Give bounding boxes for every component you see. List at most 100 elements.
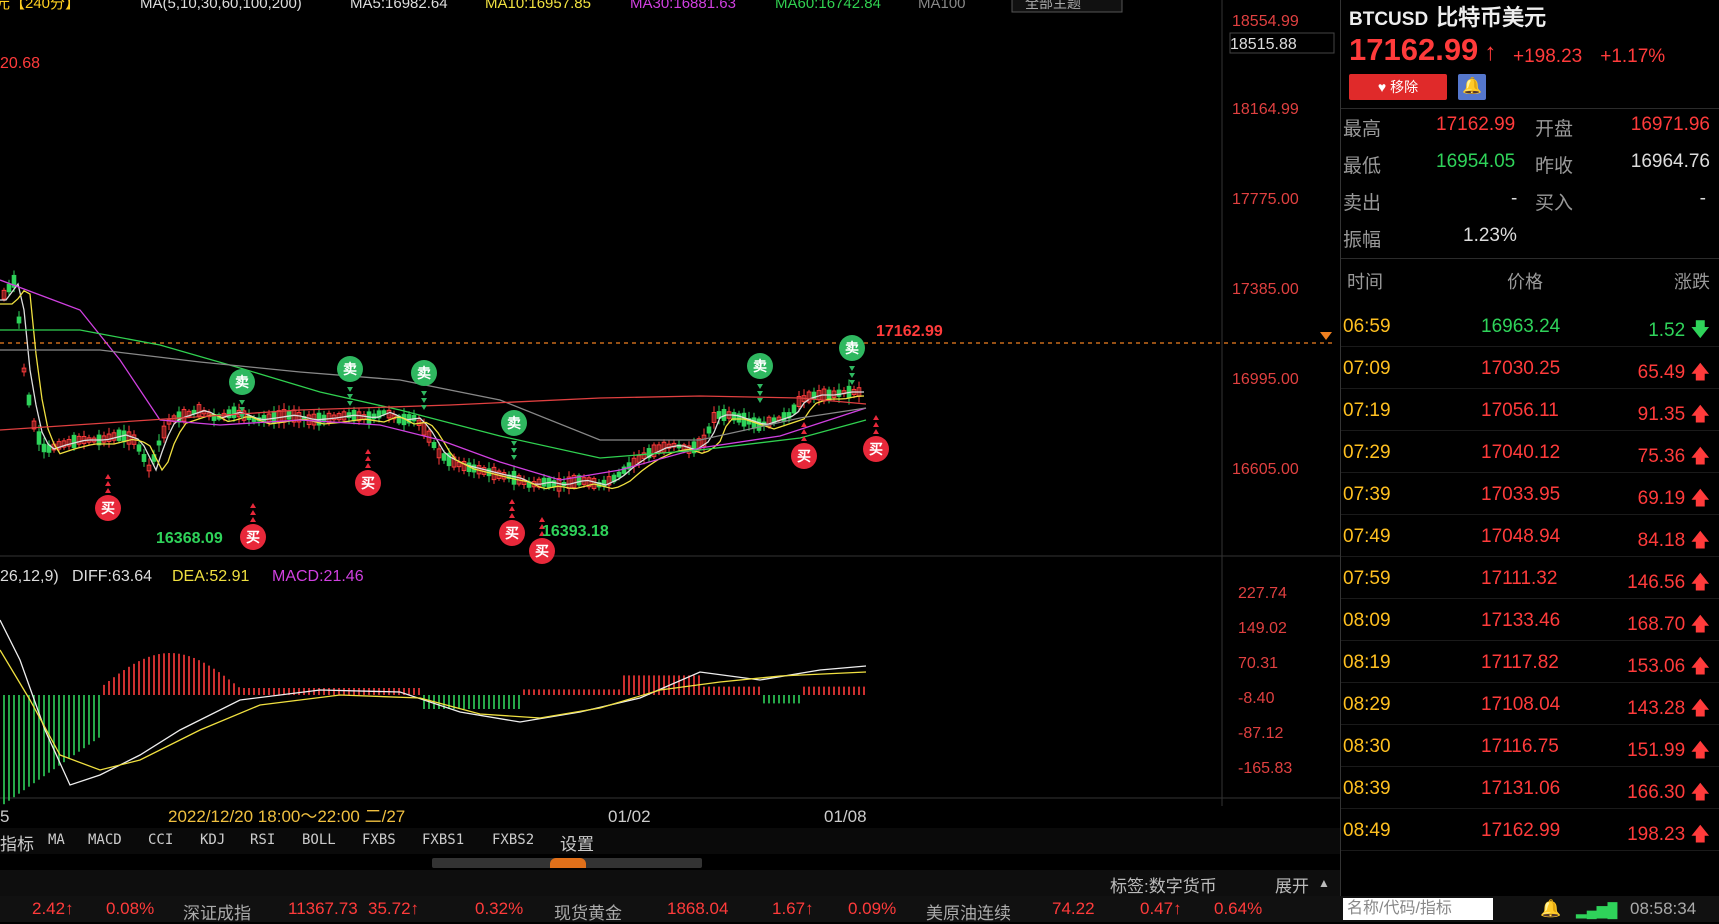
candle-body — [136, 444, 142, 452]
indicator-tabbar: 指标 MA MACD CCI KDJ RSI BOLL FXBS FXBS1 F… — [0, 828, 1340, 854]
tick-time: 08:09 — [1343, 610, 1391, 631]
tag-bar: 标签:数字货币 展开 ▲ — [0, 870, 1340, 896]
signal-arrow — [509, 506, 515, 511]
ticker-item: 1.67↑ — [772, 899, 814, 918]
kline-chart[interactable]: 美元【240分】 MA(5,10,30,60,100,200) MA5:1698… — [0, 0, 1340, 896]
tick-row: 07:09 17030.25 65.49 🡅 — [1341, 346, 1719, 389]
signal-arrow — [105, 481, 111, 486]
signal-arrow — [873, 415, 879, 420]
tab-settings[interactable]: 设置 — [560, 830, 594, 855]
tick-price: 17133.46 — [1481, 610, 1561, 631]
ticker-item: 35.72↑ — [368, 899, 420, 918]
tick-time: 07:09 — [1343, 358, 1391, 379]
period-label: 美元【240分】 — [0, 0, 80, 12]
tick-price: 17056.11 — [1481, 400, 1559, 421]
quote-value: 16971.96 — [1630, 114, 1710, 135]
notification-bell-icon[interactable]: 🔔 — [1540, 899, 1561, 919]
alert-bell-button[interactable]: 🔔 — [1458, 74, 1486, 100]
signal-arrow — [421, 398, 427, 403]
signal-arrow — [757, 398, 763, 403]
candle-body — [706, 426, 712, 434]
low-label-2: 16393.18 — [542, 523, 609, 540]
tab-fxbs1[interactable]: FXBS1 — [422, 832, 464, 848]
signal-label: 买 — [361, 475, 375, 491]
signal-arrow — [239, 400, 245, 405]
tab-kdj[interactable]: KDJ — [200, 832, 225, 848]
scrollbar-thumb[interactable] — [550, 858, 586, 868]
column-header: 时间 — [1347, 272, 1383, 292]
ticker-item: 2.42↑ — [32, 899, 74, 918]
ma10-label: MA10:16957.85 — [485, 0, 591, 12]
left-partial-high: 20.68 — [0, 55, 40, 72]
macd-header-prefix: 26,12,9) — [0, 568, 59, 585]
candle-body — [511, 470, 517, 485]
tick-change: 151.99 🡅 — [1627, 740, 1710, 761]
remove-watchlist-button[interactable]: ♥ 移除 — [1349, 74, 1447, 100]
candle-body — [231, 406, 237, 419]
tab-cci[interactable]: CCI — [148, 832, 173, 848]
signal-arrow — [250, 503, 256, 508]
signal-arrow — [757, 384, 763, 389]
candle-body — [141, 454, 147, 462]
signal-arrow — [511, 455, 517, 460]
candle-body — [381, 410, 387, 415]
candle-body — [616, 471, 622, 478]
signal-label: 买 — [869, 441, 883, 457]
expand-button[interactable]: 展开 — [1275, 872, 1309, 897]
quote-panel: BTCUSD 比特币美元 17162.99 ↑ +198.23 +1.17% ♥ 移除… — [1340, 0, 1719, 896]
candle-body — [36, 431, 42, 445]
tick-time: 08:39 — [1343, 778, 1391, 799]
ma30-label: MA30:16881.63 — [630, 0, 736, 12]
tick-row: 08:19 17117.82 153.06 🡅 — [1341, 640, 1719, 683]
tick-time: 07:49 — [1343, 526, 1391, 547]
signal-arrow — [757, 391, 763, 396]
macd-axis-label: -87.12 — [1238, 725, 1283, 742]
symbol-code: BTCUSD — [1349, 9, 1429, 30]
signal-arrow — [365, 456, 371, 461]
signal-arrow — [849, 380, 855, 385]
signal-arrow — [509, 513, 515, 518]
tab-rsi[interactable]: RSI — [250, 832, 275, 848]
tick-price: 16963.24 — [1481, 316, 1561, 337]
signal-label: 卖 — [753, 358, 767, 374]
signal-label: 卖 — [507, 415, 521, 431]
quote-value: 17162.99 — [1436, 114, 1516, 135]
signal-arrow — [105, 488, 111, 493]
price-axis-label: 18554.99 — [1232, 13, 1299, 30]
current-price-label: 17162.99 — [876, 323, 943, 340]
quote-value: 16954.05 — [1436, 151, 1516, 172]
tab-indicator[interactable]: 指标 — [0, 830, 34, 855]
tab-fxbs2[interactable]: FXBS2 — [492, 832, 534, 848]
ticker-item: 0.08% — [106, 899, 155, 918]
search-input[interactable]: 名称/代码/指标 — [1343, 898, 1493, 920]
tab-fxbs[interactable]: FXBS — [362, 832, 396, 848]
tick-time: 07:39 — [1343, 484, 1391, 505]
tick-change: 1.52 🡇 — [1648, 320, 1710, 341]
candle-body — [26, 394, 32, 406]
tick-time: 08:29 — [1343, 694, 1391, 715]
quote-label: 买入 — [1535, 193, 1574, 214]
tick-row: 06:59 16963.24 1.52 🡇 — [1341, 304, 1719, 347]
tick-price: 17131.06 — [1481, 778, 1561, 799]
tab-ma[interactable]: MA — [48, 832, 65, 848]
bell-icon: 🔔 — [1462, 78, 1482, 95]
tab-macd[interactable]: MACD — [88, 832, 122, 848]
candle-body — [156, 440, 162, 446]
ticker-item: 0.09% — [848, 899, 897, 918]
quote-label: 开盘 — [1535, 119, 1574, 140]
signal-arrow — [539, 517, 545, 522]
signal-label: 买 — [535, 543, 549, 559]
signal-arrow — [105, 474, 111, 479]
macd-axis-label: -8.40 — [1238, 690, 1275, 707]
tab-boll[interactable]: BOLL — [302, 832, 336, 848]
tick-time: 08:19 — [1343, 652, 1391, 673]
candle-body — [541, 477, 547, 487]
tick-change: 91.35 🡅 — [1637, 404, 1710, 425]
signal-strength-icon: ▂▄▆█ — [1576, 902, 1618, 918]
symbol-name: 比特币美元 — [1436, 5, 1547, 30]
signal-arrow — [801, 422, 807, 427]
tag-label[interactable]: 标签:数字货币 — [1110, 872, 1217, 897]
quote-value: - — [1511, 188, 1518, 209]
chart-scrollbar[interactable] — [432, 858, 702, 868]
quote-row: 振幅 1.23% — [1341, 225, 1719, 262]
